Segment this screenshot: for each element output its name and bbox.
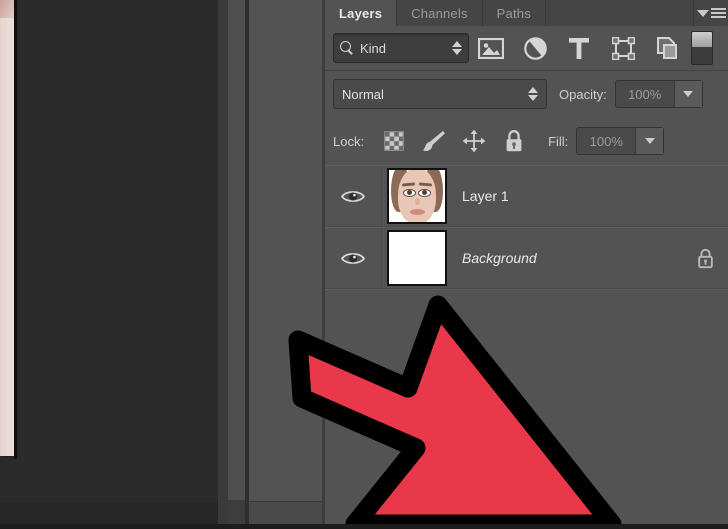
adjacent-panel-column[interactable] — [249, 0, 325, 524]
panel-tabbar: Layers Channels Paths — [325, 0, 728, 26]
white-blank-thumbnail — [387, 230, 447, 286]
panel-divider-a — [218, 0, 228, 524]
lock-label: Lock: — [333, 134, 364, 149]
canvas-bottom-bar — [0, 502, 218, 524]
fill-value: 100% — [577, 128, 635, 154]
fill-field[interactable]: 100% — [576, 127, 664, 155]
filter-adjustment-layers-icon[interactable] — [513, 32, 557, 64]
layer-thumbnail-cell[interactable] — [382, 168, 452, 224]
canvas-area[interactable] — [0, 0, 218, 524]
blend-mode-value: Normal — [342, 87, 528, 102]
filter-kind-label: Kind — [360, 41, 452, 56]
document-image-edge — [0, 0, 14, 456]
updown-stepper-icon[interactable] — [528, 87, 538, 101]
layer-list: Layer 1 Background — [325, 165, 728, 514]
tab-paths-label: Paths — [497, 6, 531, 21]
tab-channels[interactable]: Channels — [397, 0, 483, 26]
panel-menu-icon[interactable] — [694, 0, 728, 26]
tab-layers-label: Layers — [339, 6, 382, 21]
photoshop-window: Layers Channels Paths Kind — [0, 0, 728, 524]
fill-dropdown-arrow[interactable] — [635, 128, 663, 154]
opacity-dropdown-arrow[interactable] — [674, 81, 702, 107]
tabbar-filler — [546, 0, 694, 26]
layer-name[interactable]: Background — [452, 250, 682, 266]
filter-smart-objects-icon[interactable] — [645, 32, 689, 64]
blend-mode-dropdown[interactable]: Normal — [333, 79, 547, 109]
chevron-down-icon — [697, 10, 709, 17]
updown-stepper-icon[interactable] — [452, 41, 462, 55]
layer-filter-row: Kind — [325, 26, 728, 70]
layer-list-empty-area[interactable] — [325, 289, 728, 514]
layers-panel: Layers Channels Paths Kind — [325, 0, 728, 524]
face-photo-thumbnail — [387, 168, 447, 224]
lock-transparent-pixels-icon[interactable] — [374, 124, 414, 158]
table-row[interactable]: Background — [325, 227, 728, 289]
lock-all-icon[interactable] — [494, 124, 534, 158]
opacity-value: 100% — [616, 81, 674, 107]
adjacent-panel-footer — [249, 501, 325, 524]
lock-image-pixels-icon[interactable] — [414, 124, 454, 158]
blend-mode-row: Normal Opacity: 100% — [325, 71, 728, 117]
layer-name[interactable]: Layer 1 — [452, 188, 682, 204]
collapsed-panel-strip[interactable] — [228, 0, 245, 524]
opacity-label: Opacity: — [559, 87, 607, 102]
eye-visible-icon[interactable] — [325, 228, 382, 288]
lock-row: Lock: — [325, 117, 728, 165]
filter-toggle-switch[interactable] — [691, 31, 713, 65]
magnifier-icon — [340, 41, 354, 55]
hamburger-icon — [711, 8, 726, 18]
tab-layers[interactable]: Layers — [325, 0, 397, 26]
collapsed-panel-strip-footer — [228, 500, 245, 524]
document-border — [14, 0, 17, 459]
filter-kind-dropdown[interactable]: Kind — [333, 33, 469, 63]
fill-label: Fill: — [548, 134, 568, 149]
opacity-field[interactable]: 100% — [615, 80, 703, 108]
tab-paths[interactable]: Paths — [483, 0, 546, 26]
filter-type-layers-icon[interactable] — [557, 32, 601, 64]
filter-shape-layers-icon[interactable] — [601, 32, 645, 64]
eye-visible-icon[interactable] — [325, 166, 382, 226]
lock-position-icon[interactable] — [454, 124, 494, 158]
padlock-icon[interactable] — [682, 248, 728, 269]
filter-pixel-layers-icon[interactable] — [469, 32, 513, 64]
layer-thumbnail-cell[interactable] — [382, 230, 452, 286]
table-row[interactable]: Layer 1 — [325, 165, 728, 227]
tab-channels-label: Channels — [411, 6, 468, 21]
